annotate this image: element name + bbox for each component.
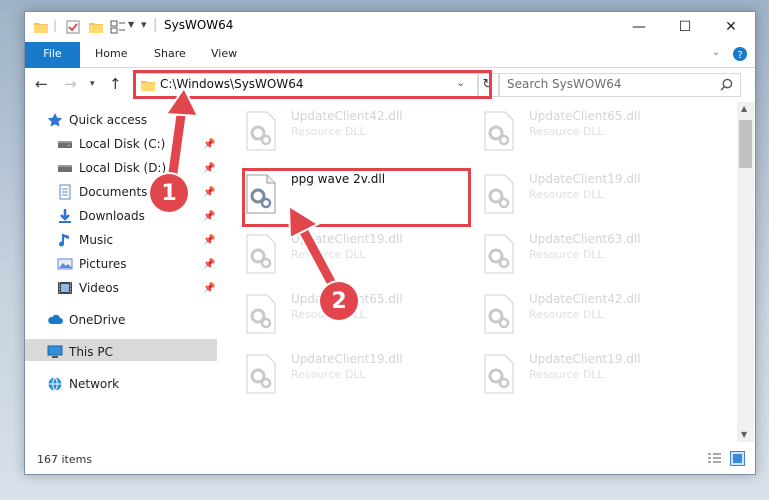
step-badge-2: 2 bbox=[320, 282, 358, 320]
step-badge-1: 1 bbox=[150, 174, 188, 212]
arrow-1 bbox=[164, 86, 200, 187]
annotation-arrows bbox=[164, 86, 345, 302]
arrow-2 bbox=[287, 204, 345, 302]
